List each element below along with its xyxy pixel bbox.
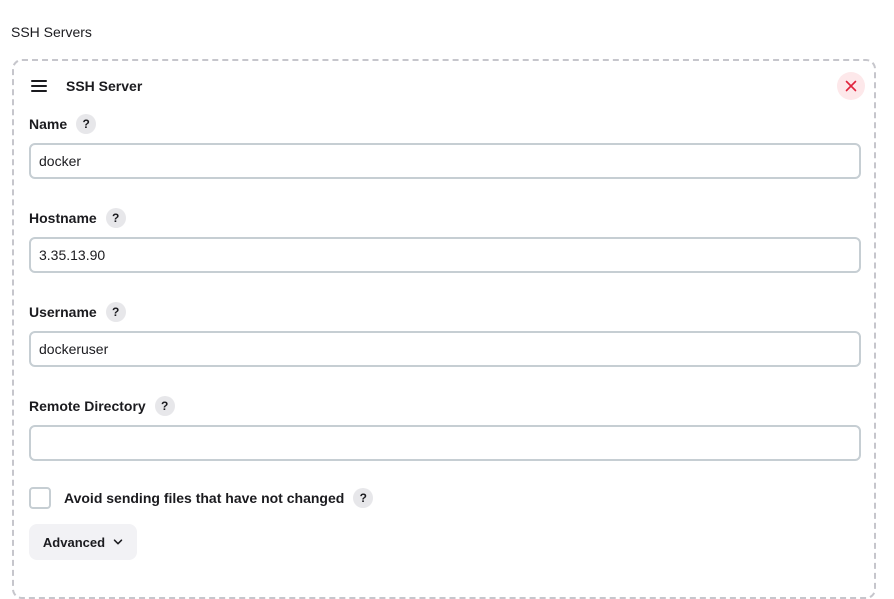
card-title: SSH Server [66, 78, 143, 94]
name-input[interactable] [29, 143, 861, 179]
advanced-button[interactable]: Advanced [29, 524, 137, 560]
username-input[interactable] [29, 331, 861, 367]
avoid-sending-help-icon[interactable]: ? [353, 488, 374, 508]
advanced-label: Advanced [42, 534, 106, 550]
remote-directory-help-icon[interactable]: ? [154, 396, 175, 416]
close-icon [845, 80, 857, 92]
remote-directory-input[interactable] [29, 425, 861, 461]
ssh-server-card: SSH Server Name ? Hostname ? Username ? … [12, 59, 876, 599]
avoid-sending-checkbox[interactable] [29, 487, 51, 509]
remote-directory-label-text: Remote Directory [29, 398, 146, 414]
drag-handle-icon[interactable] [31, 80, 47, 92]
name-label: Name ? [29, 114, 97, 134]
name-label-text: Name [29, 116, 68, 132]
hostname-label-text: Hostname [29, 210, 97, 226]
chevron-down-icon [113, 537, 123, 547]
delete-server-button[interactable] [837, 72, 865, 100]
hostname-input[interactable] [29, 237, 861, 273]
avoid-sending-label[interactable]: Avoid sending files that have not change… [64, 490, 344, 506]
username-help-icon[interactable]: ? [105, 302, 126, 322]
avoid-sending-row: Avoid sending files that have not change… [29, 487, 374, 509]
card-header: SSH Server [31, 78, 142, 94]
hostname-help-icon[interactable]: ? [105, 208, 126, 228]
name-help-icon[interactable]: ? [76, 114, 97, 134]
hostname-label: Hostname ? [29, 208, 126, 228]
remote-directory-label: Remote Directory ? [29, 396, 175, 416]
username-label: Username ? [29, 302, 126, 322]
username-label-text: Username [29, 304, 97, 320]
section-title: SSH Servers [11, 24, 92, 40]
